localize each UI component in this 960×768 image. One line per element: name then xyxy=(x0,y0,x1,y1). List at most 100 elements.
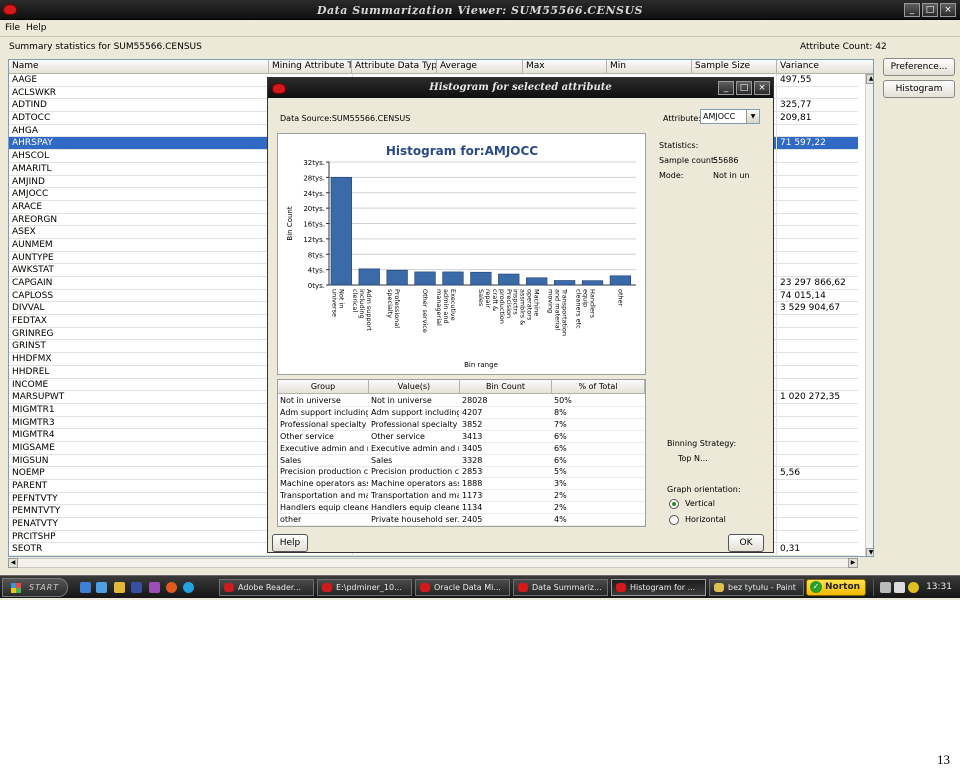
menu-help[interactable]: Help xyxy=(26,23,47,33)
minimize-icon[interactable]: _ xyxy=(904,3,920,17)
scroll-up-icon[interactable]: ▲ xyxy=(866,74,873,84)
histogram-bar[interactable] xyxy=(498,273,520,286)
row-name: MARSUPWT xyxy=(12,392,65,403)
group-cell: Transportation and mat... xyxy=(280,491,368,501)
column-header-name[interactable]: Name xyxy=(9,60,269,74)
tray-norton-icon[interactable] xyxy=(908,582,919,593)
column-header-mining-attribute-type[interactable]: Mining Attribute T... xyxy=(269,60,352,74)
summary-label: Summary statistics for SUM55566.CENSUS xyxy=(9,42,202,52)
column-header-max[interactable]: Max xyxy=(523,60,607,74)
column-divider xyxy=(776,277,777,289)
table-row[interactable]: other Private household ser... 2405 4% xyxy=(278,514,645,526)
menu-file[interactable]: File xyxy=(5,23,20,33)
minimize-icon[interactable]: _ xyxy=(718,81,734,95)
close-icon[interactable]: × xyxy=(940,3,956,17)
sample-count-label: Sample count: xyxy=(659,156,717,165)
column-divider xyxy=(776,188,777,200)
task-app-icon xyxy=(616,583,626,592)
taskbar-task[interactable]: Data Summariz... xyxy=(513,579,608,596)
row-variance: 325,77 xyxy=(780,100,812,111)
folder-icon[interactable] xyxy=(114,582,125,593)
taskbar-task[interactable]: Adobe Reader... xyxy=(219,579,314,596)
firefox-icon[interactable] xyxy=(166,582,177,593)
histogram-bar[interactable] xyxy=(386,269,408,286)
column-header-bin-count[interactable]: Bin Count xyxy=(460,380,552,394)
vertical-radio-label[interactable]: Vertical xyxy=(685,499,715,508)
start-button[interactable]: START xyxy=(2,578,68,597)
row-variance: 209,81 xyxy=(780,113,812,124)
histogram-bar[interactable] xyxy=(330,176,352,286)
column-header-attribute-data-type[interactable]: Attribute Data Type xyxy=(352,60,437,74)
table-row[interactable]: Sales Sales 3328 6% xyxy=(278,455,645,467)
taskbar-task[interactable]: Histogram for ... xyxy=(611,579,706,596)
table-row[interactable]: Adm support including ...Adm support inc… xyxy=(278,407,645,419)
x-category-label: Handlersequipcleaners etc xyxy=(575,289,597,329)
column-header-average[interactable]: Average xyxy=(437,60,523,74)
histogram-button[interactable]: Histogram xyxy=(883,80,955,98)
desktop-icon[interactable] xyxy=(96,582,107,593)
save-icon[interactable] xyxy=(131,582,142,593)
taskbar-task[interactable]: E:\pdminer_10... xyxy=(317,579,412,596)
tray-volume-icon[interactable] xyxy=(894,582,905,593)
norton-button[interactable]: Norton xyxy=(806,579,866,596)
scroll-left-icon[interactable]: ◀ xyxy=(8,558,18,568)
row-name: ARACE xyxy=(12,201,43,212)
histogram-bar[interactable] xyxy=(526,277,548,286)
table-row[interactable]: Transportation and mat...Transportation … xyxy=(278,490,645,503)
binning-strategy-value[interactable]: Top N... xyxy=(678,454,708,463)
histogram-bar[interactable] xyxy=(581,280,604,286)
histogram-bar[interactable] xyxy=(553,280,576,286)
column-header-group[interactable]: Group xyxy=(278,380,369,394)
table-row[interactable]: Professional specialty Professional speci… xyxy=(278,419,645,431)
table-row[interactable]: Machine operators ass...Machine operator… xyxy=(278,478,645,491)
horizontal-radio[interactable] xyxy=(669,515,679,525)
column-header-percent-of-total[interactable]: % of Total xyxy=(552,380,645,394)
taskbar-task[interactable]: Oracle Data Mi... xyxy=(415,579,510,596)
column-divider xyxy=(776,137,777,150)
percent-cell: 6% xyxy=(554,455,567,465)
maximize-icon[interactable]: □ xyxy=(736,81,752,95)
horizontal-radio-label[interactable]: Horizontal xyxy=(685,515,726,524)
help-button[interactable]: Help xyxy=(272,534,308,552)
column-header-variance[interactable]: Variance xyxy=(777,60,873,74)
column-header-values[interactable]: Value(s) xyxy=(369,380,460,394)
preference-button[interactable]: Preference... xyxy=(883,58,955,76)
table-row[interactable]: Not in universe Not in universe 28028 50% xyxy=(278,395,645,407)
close-icon[interactable]: × xyxy=(754,81,770,95)
y-tick-label: 24tys. xyxy=(303,190,325,198)
column-divider xyxy=(776,251,777,264)
histogram-bar[interactable] xyxy=(358,268,380,286)
table-row[interactable]: Precision production cr...Precision prod… xyxy=(278,466,645,479)
histogram-bar[interactable] xyxy=(442,271,464,286)
row-name: AAGE xyxy=(12,75,38,85)
column-divider xyxy=(776,492,777,505)
column-header-sample-size[interactable]: Sample Size xyxy=(692,60,777,74)
values-cell: Precision production c... xyxy=(371,467,459,477)
horizontal-scrollbar[interactable]: ◀ ▶ xyxy=(8,558,858,568)
vertical-radio[interactable] xyxy=(669,499,679,509)
histogram-bar[interactable] xyxy=(470,271,492,286)
ie-icon[interactable] xyxy=(80,582,91,593)
tray-network-icon[interactable] xyxy=(880,582,891,593)
y-tick-label: 20tys. xyxy=(303,205,325,213)
attribute-select[interactable]: AMJOCC ▼ xyxy=(700,109,760,124)
scroll-right-icon[interactable]: ▶ xyxy=(848,558,858,568)
table-row[interactable]: Handlers equip cleaner...Handlers equip … xyxy=(278,502,645,515)
table-row[interactable]: Executive admin and m...Executive admin … xyxy=(278,443,645,455)
histogram-bar[interactable] xyxy=(609,275,632,286)
ok-button[interactable]: OK xyxy=(728,534,764,552)
taskbar-task[interactable]: bez tytułu - Paint xyxy=(709,579,804,596)
vertical-scrollbar[interactable]: ▲ ▼ xyxy=(865,74,873,556)
media-icon[interactable] xyxy=(149,582,160,593)
histogram-chart: Histogram for:AMJOCC 0tys. 4tys. 8tys. 12tys… xyxy=(277,133,646,375)
row-name: AREORGN xyxy=(12,214,58,225)
column-header-min[interactable]: Min xyxy=(607,60,692,74)
table-row[interactable]: Other service Other service 3413 6% xyxy=(278,431,645,443)
row-name: SEOTR xyxy=(12,544,43,555)
maximize-icon[interactable]: □ xyxy=(922,3,938,17)
histogram-bar[interactable] xyxy=(414,271,436,286)
chevron-down-icon[interactable]: ▼ xyxy=(746,110,759,123)
skype-icon[interactable] xyxy=(183,582,194,593)
dialog-window-controls: _ □ × xyxy=(718,81,770,95)
scroll-down-icon[interactable]: ▼ xyxy=(866,548,873,556)
